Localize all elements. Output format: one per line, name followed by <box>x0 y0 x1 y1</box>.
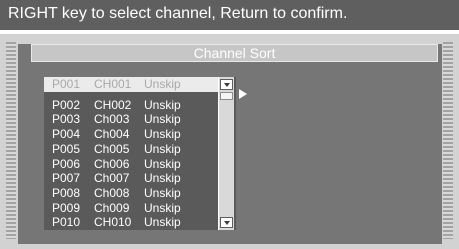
channel-sort-window: Channel Sort P001 CH001 Unskip P002 CH002 Uns… <box>0 34 459 249</box>
channel-name: Ch009 <box>94 200 130 215</box>
channel-name: Ch008 <box>94 185 130 200</box>
hint-bar: RIGHT key to select channel, Return to c… <box>0 0 459 30</box>
channel-name: Ch004 <box>94 127 130 142</box>
scroll-up-icon[interactable] <box>220 79 233 90</box>
skip-status: Unskip <box>144 112 181 127</box>
channel-row[interactable]: P004 Ch004 Unskip <box>44 127 218 142</box>
skip-status: Unskip <box>144 171 181 186</box>
hint-text: RIGHT key to select channel, Return to c… <box>8 5 348 22</box>
channel-row[interactable]: P005 Ch005 Unskip <box>44 142 218 157</box>
program-number: P001 <box>52 77 81 91</box>
skip-status: Unskip <box>144 156 181 171</box>
channel-name: CH002 <box>94 97 132 112</box>
skip-status: Unskip <box>144 141 181 156</box>
program-number: P003 <box>52 112 81 127</box>
channel-name: Ch007 <box>94 171 130 186</box>
channel-name: CH001 <box>94 77 132 91</box>
scrollbar[interactable] <box>218 77 234 230</box>
program-number: P008 <box>52 185 81 200</box>
skip-status: Unskip <box>144 77 181 91</box>
skip-status: Unskip <box>144 185 181 200</box>
right-stripe-decoration <box>443 42 453 239</box>
panel-title: Channel Sort <box>31 44 438 62</box>
program-number: P005 <box>52 141 81 156</box>
skip-status: Unskip <box>144 127 181 142</box>
skip-status: Unskip <box>144 200 181 215</box>
channel-name: Ch006 <box>94 156 130 171</box>
program-number: P004 <box>52 127 81 142</box>
scroll-thumb[interactable] <box>220 92 233 100</box>
left-stripe-decoration <box>6 42 16 239</box>
channel-name: CH010 <box>94 215 132 230</box>
scroll-down-icon[interactable] <box>220 217 233 228</box>
channel-row[interactable]: P010 CH010 Unskip <box>44 215 218 230</box>
skip-status: Unskip <box>144 97 181 112</box>
channel-row[interactable]: P008 Ch008 Unskip <box>44 186 218 201</box>
program-number: P010 <box>52 215 81 230</box>
program-number: P007 <box>52 171 81 186</box>
channel-list[interactable]: P001 CH001 Unskip P002 CH002 Unskip P003 Ch003 U… <box>44 77 236 230</box>
skip-status: Unskip <box>144 215 181 230</box>
channel-row[interactable]: P009 Ch009 Unskip <box>44 201 218 216</box>
channel-row[interactable]: P002 CH002 Unskip <box>44 98 218 113</box>
program-number: P009 <box>52 200 81 215</box>
program-number: P006 <box>52 156 81 171</box>
channel-row[interactable]: P003 Ch003 Unskip <box>44 112 218 127</box>
channel-name: Ch005 <box>94 141 130 156</box>
channel-row[interactable]: P001 CH001 Unskip <box>44 77 218 92</box>
right-arrow-icon <box>239 89 247 99</box>
channel-name: Ch003 <box>94 112 130 127</box>
channel-row[interactable]: P007 Ch007 Unskip <box>44 171 218 186</box>
channel-row[interactable]: P006 Ch006 Unskip <box>44 157 218 172</box>
program-number: P002 <box>52 97 81 112</box>
channel-sort-panel: Channel Sort P001 CH001 Unskip P002 CH002 Uns… <box>18 44 442 244</box>
